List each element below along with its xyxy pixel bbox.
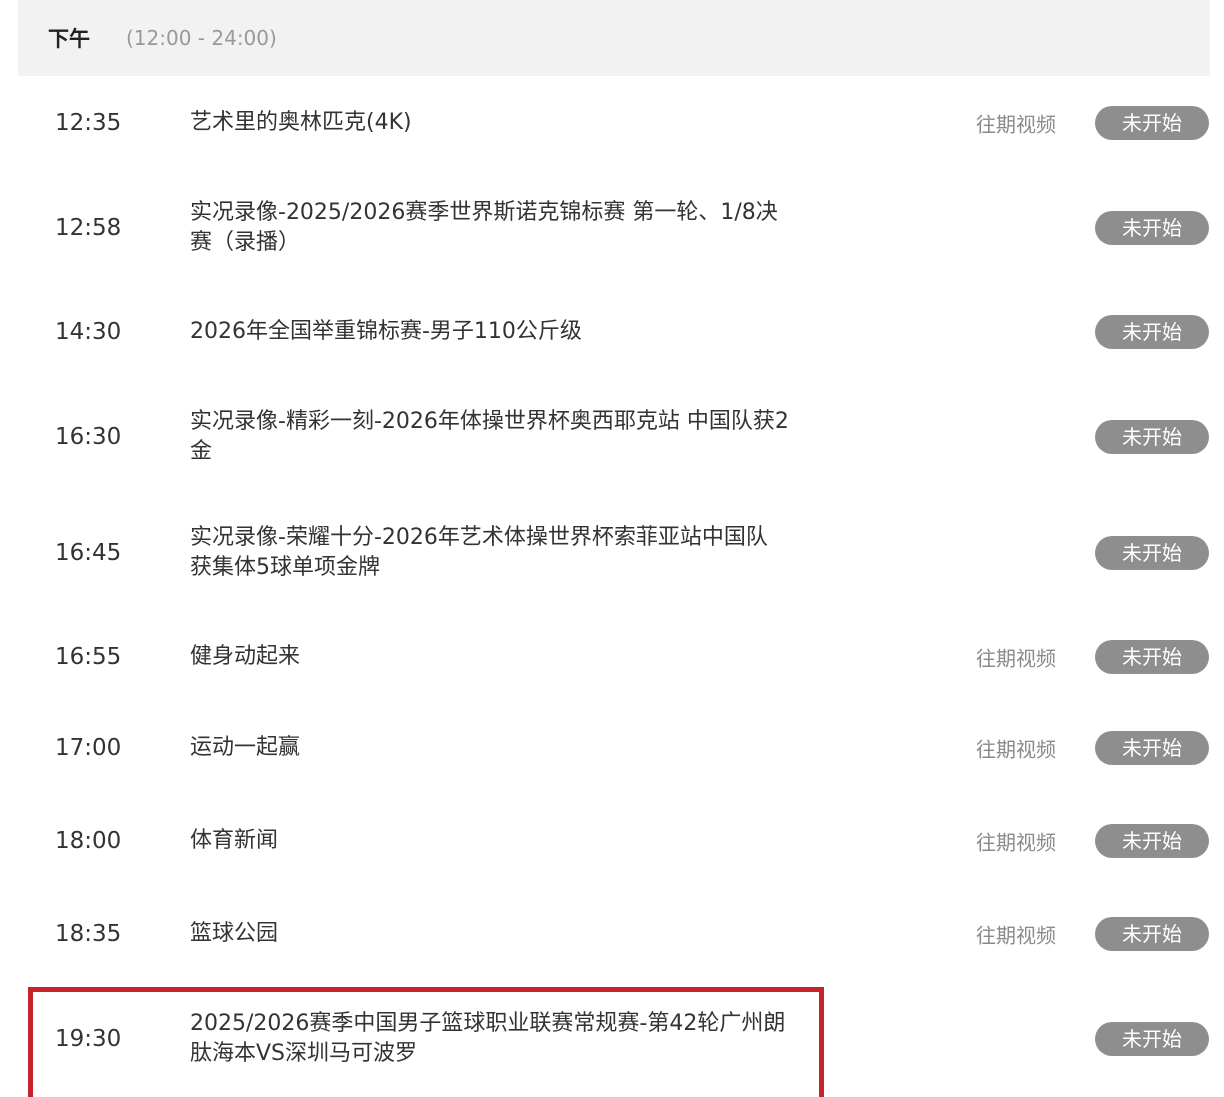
program-title[interactable]: 篮球公园 <box>190 919 810 949</box>
period-header: 下午 (12:00 - 24:00) <box>18 0 1210 76</box>
program-title[interactable]: 实况录像-精彩一刻-2026年体操世界杯奥西耶克站 中国队获2金 <box>190 407 790 467</box>
program-title[interactable]: 体育新闻 <box>190 826 810 856</box>
status-button[interactable]: 未开始 <box>1095 1022 1209 1056</box>
program-time: 17:00 <box>55 735 122 761</box>
program-time: 14:30 <box>55 319 122 345</box>
program-time: 16:45 <box>55 540 122 566</box>
status-button[interactable]: 未开始 <box>1095 731 1209 765</box>
status-button[interactable]: 未开始 <box>1095 824 1209 858</box>
program-title[interactable]: 健身动起来 <box>190 642 810 672</box>
program-title[interactable]: 2026年全国举重锦标赛-男子110公斤级 <box>190 317 810 347</box>
program-title[interactable]: 艺术里的奥林匹克(4K) <box>190 108 810 138</box>
program-time: 12:58 <box>55 215 122 241</box>
status-button[interactable]: 未开始 <box>1095 917 1209 951</box>
program-title[interactable]: 运动一起赢 <box>190 733 810 763</box>
status-button[interactable]: 未开始 <box>1095 640 1209 674</box>
program-time: 18:00 <box>55 828 122 854</box>
status-button[interactable]: 未开始 <box>1095 106 1209 140</box>
status-button[interactable]: 未开始 <box>1095 420 1209 454</box>
replay-link[interactable]: 往期视频 <box>976 734 1056 763</box>
program-time: 12:35 <box>55 110 122 136</box>
status-button[interactable]: 未开始 <box>1095 536 1209 570</box>
program-time: 16:55 <box>55 644 122 670</box>
program-time: 19:30 <box>55 1026 122 1052</box>
program-title[interactable]: 2025/2026赛季中国男子篮球职业联赛常规赛-第42轮广州朗肽海本VS深圳马… <box>190 1009 800 1069</box>
program-title[interactable]: 实况录像-2025/2026赛季世界斯诺克锦标赛 第一轮、1/8决赛（录播） <box>190 198 790 258</box>
status-button[interactable]: 未开始 <box>1095 315 1209 349</box>
period-range: (12:00 - 24:00) <box>126 26 277 50</box>
replay-link[interactable]: 往期视频 <box>976 643 1056 672</box>
status-button[interactable]: 未开始 <box>1095 211 1209 245</box>
program-time: 18:35 <box>55 921 122 947</box>
replay-link[interactable]: 往期视频 <box>976 827 1056 856</box>
replay-link[interactable]: 往期视频 <box>976 920 1056 949</box>
program-title[interactable]: 实况录像-荣耀十分-2026年艺术体操世界杯索菲亚站中国队获集体5球单项金牌 <box>190 523 780 583</box>
period-label: 下午 <box>48 27 90 51</box>
replay-link[interactable]: 往期视频 <box>976 109 1056 138</box>
program-time: 16:30 <box>55 424 122 450</box>
